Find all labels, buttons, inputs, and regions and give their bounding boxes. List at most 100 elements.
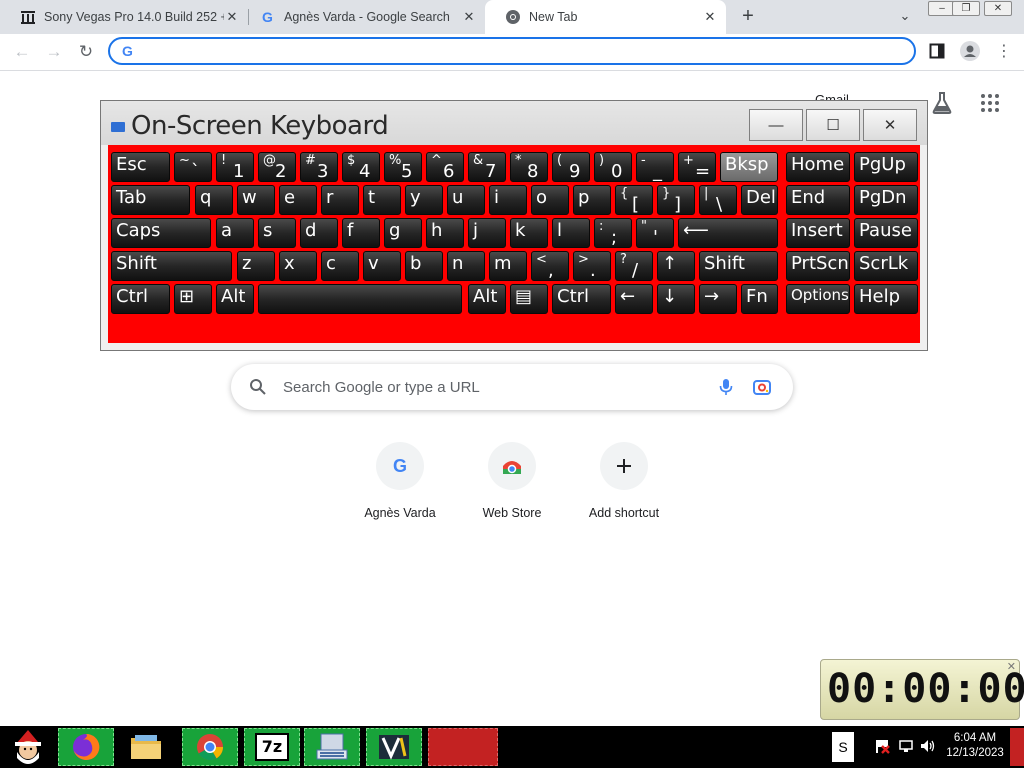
- osk-key-2[interactable]: @2: [258, 152, 296, 182]
- osk-key-3[interactable]: #3: [300, 152, 338, 182]
- osk-key-d[interactable]: d: [300, 218, 338, 248]
- firefox-icon[interactable]: [58, 728, 114, 766]
- osk-key-c[interactable]: c: [321, 251, 359, 281]
- osk-key-lbracket[interactable]: {[: [615, 185, 653, 215]
- osk-key-ralt[interactable]: Alt: [468, 284, 506, 314]
- osk-key-prtscn[interactable]: PrtScn: [786, 251, 850, 281]
- osk-close-button[interactable]: ✕: [863, 109, 917, 141]
- system-clock[interactable]: 6:04 AM 12/13/2023: [940, 731, 1010, 761]
- volume-icon[interactable]: [920, 738, 936, 754]
- start-santa-icon[interactable]: [0, 728, 56, 766]
- osk-key-8[interactable]: * 8: [510, 152, 548, 182]
- shortcut-add[interactable]: Add shortcut: [568, 442, 680, 532]
- osk-key-del[interactable]: Del: [741, 185, 778, 215]
- shortcut-web-store[interactable]: Web Store: [456, 442, 568, 532]
- osk-key-l[interactable]: l: [552, 218, 590, 248]
- osk-key-q[interactable]: q: [195, 185, 233, 215]
- close-icon[interactable]: ✕: [1007, 660, 1016, 673]
- close-icon[interactable]: ✕: [461, 9, 477, 25]
- ntp-search-box[interactable]: Search Google or type a URL: [231, 364, 793, 410]
- osk-key-5[interactable]: % 5: [384, 152, 422, 182]
- osk-key-bksp[interactable]: Bksp: [720, 152, 778, 182]
- network-icon[interactable]: [898, 738, 914, 754]
- video-editor-icon[interactable]: [366, 728, 422, 766]
- more-menu-icon[interactable]: ⋮: [996, 42, 1012, 62]
- osk-key-y[interactable]: y: [405, 185, 443, 215]
- osk-key-n[interactable]: n: [447, 251, 485, 281]
- osk-key-k[interactable]: k: [510, 218, 548, 248]
- osk-key-w[interactable]: w: [237, 185, 275, 215]
- osk-key-9[interactable]: (9: [552, 152, 590, 182]
- side-panel-icon[interactable]: [929, 43, 945, 59]
- osk-key-pgup[interactable]: PgUp: [854, 152, 918, 182]
- reload-icon[interactable]: ↻: [76, 42, 96, 62]
- address-input[interactable]: [144, 42, 888, 62]
- restore-button[interactable]: ❐: [952, 1, 980, 16]
- osk-key-rshift[interactable]: Shift: [699, 251, 778, 281]
- osk-key-rbracket[interactable]: }]: [657, 185, 695, 215]
- file-explorer-icon[interactable]: [118, 728, 174, 766]
- osk-key-home[interactable]: Home: [786, 152, 850, 182]
- osk-key-right[interactable]: →: [699, 284, 737, 314]
- chevron-down-icon[interactable]: ⌄: [896, 8, 914, 26]
- osk-key-rctrl[interactable]: Ctrl: [552, 284, 611, 314]
- osk-key-j[interactable]: j: [468, 218, 506, 248]
- forward-arrow-icon[interactable]: →: [44, 42, 64, 62]
- osk-key-comma[interactable]: <,: [531, 251, 569, 281]
- osk-key-u[interactable]: u: [447, 185, 485, 215]
- osk-key-lshift[interactable]: Shift: [111, 251, 232, 281]
- osk-key-a[interactable]: a: [216, 218, 254, 248]
- osk-maximize-button[interactable]: ☐: [806, 109, 860, 141]
- osk-key-f[interactable]: f: [342, 218, 380, 248]
- osk-minimize-button[interactable]: —: [749, 109, 803, 141]
- osk-key-period[interactable]: >.: [573, 251, 611, 281]
- 7zip-icon[interactable]: 7z: [244, 728, 300, 766]
- flag-warning-icon[interactable]: [874, 738, 890, 754]
- labs-flask-icon[interactable]: [932, 92, 952, 114]
- osk-key-caps[interactable]: Caps: [111, 218, 211, 248]
- osk-key-win[interactable]: ⊞: [174, 284, 212, 314]
- osk-key-b[interactable]: b: [405, 251, 443, 281]
- osk-key-left[interactable]: ←: [615, 284, 653, 314]
- osk-key-lalt[interactable]: Alt: [216, 284, 254, 314]
- osk-key-1[interactable]: ! 1: [216, 152, 254, 182]
- osk-key-equals[interactable]: + =: [678, 152, 716, 182]
- osk-key-4[interactable]: $4: [342, 152, 380, 182]
- osk-key-s[interactable]: s: [258, 218, 296, 248]
- osk-key-tilde[interactable]: ~ `: [174, 152, 212, 182]
- tab-sony-vegas[interactable]: Sony Vegas Pro 14.0 Build 252 + ✕: [0, 0, 248, 34]
- timer-widget[interactable]: 00:00:00 ✕: [820, 659, 1024, 720]
- osk-key-quote[interactable]: " ': [636, 218, 674, 248]
- osk-key-z[interactable]: z: [237, 251, 275, 281]
- tab-agnes-varda-search[interactable]: G Agnès Varda - Google Search ✕: [240, 0, 485, 34]
- google-lens-icon[interactable]: [753, 378, 771, 401]
- osk-key-up[interactable]: ↑: [657, 251, 695, 281]
- osk-key-minus[interactable]: - _: [636, 152, 674, 182]
- show-desktop-button[interactable]: [1010, 728, 1024, 766]
- osk-key-down[interactable]: ↓: [657, 284, 695, 314]
- osk-key-g[interactable]: g: [384, 218, 422, 248]
- osk-key-x[interactable]: x: [279, 251, 317, 281]
- osk-key-t[interactable]: t: [363, 185, 401, 215]
- close-window-button[interactable]: ✕: [984, 1, 1012, 16]
- on-screen-keyboard-icon[interactable]: [304, 728, 360, 766]
- close-icon[interactable]: ✕: [702, 9, 718, 25]
- address-bar[interactable]: G: [108, 37, 916, 65]
- osk-key-h[interactable]: h: [426, 218, 464, 248]
- osk-key-space[interactable]: [258, 284, 462, 314]
- osk-key-backslash[interactable]: | \: [699, 185, 737, 215]
- osk-key-help[interactable]: Help: [854, 284, 918, 314]
- tray-text-item[interactable]: S: [832, 732, 854, 762]
- osk-key-o[interactable]: o: [531, 185, 569, 215]
- osk-key-lctrl[interactable]: Ctrl: [111, 284, 170, 314]
- osk-key-end[interactable]: End: [786, 185, 850, 215]
- osk-key-tab[interactable]: Tab: [111, 185, 190, 215]
- osk-key-insert[interactable]: Insert: [786, 218, 850, 248]
- osk-key-7[interactable]: & 7: [468, 152, 506, 182]
- osk-key-options[interactable]: Options: [786, 284, 850, 314]
- osk-key-0[interactable]: ) 0: [594, 152, 632, 182]
- osk-key-menu[interactable]: ▤: [510, 284, 548, 314]
- osk-key-enter[interactable]: ⟵: [678, 218, 778, 248]
- osk-key-fn[interactable]: Fn: [741, 284, 778, 314]
- red-app-icon[interactable]: [428, 728, 498, 766]
